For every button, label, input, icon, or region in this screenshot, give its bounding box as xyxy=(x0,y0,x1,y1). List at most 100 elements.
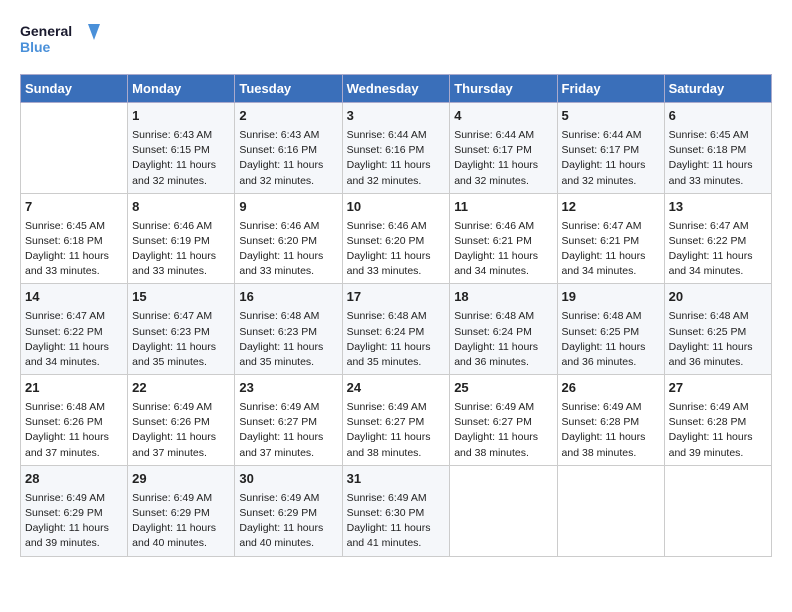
calendar-cell xyxy=(664,465,771,556)
day-number: 8 xyxy=(132,198,230,217)
daylight-text: Daylight: 11 hours and 34 minutes. xyxy=(454,249,552,279)
calendar-table: SundayMondayTuesdayWednesdayThursdayFrid… xyxy=(20,74,772,557)
sunset-text: Sunset: 6:24 PM xyxy=(347,325,446,340)
sunset-text: Sunset: 6:26 PM xyxy=(132,415,230,430)
week-row-1: 1Sunrise: 6:43 AMSunset: 6:15 PMDaylight… xyxy=(21,103,772,194)
daylight-text: Daylight: 11 hours and 33 minutes. xyxy=(25,249,123,279)
calendar-cell: 16 Sunrise: 6:48 AMSunset: 6:23 PMDayligh… xyxy=(235,284,342,375)
col-header-friday: Friday xyxy=(557,75,664,103)
calendar-cell: 24Sunrise: 6:49 AMSunset: 6:27 PMDayligh… xyxy=(342,375,450,466)
day-number: 16 xyxy=(239,288,337,307)
sunrise-text: Sunrise: 6:43 AM xyxy=(239,128,337,143)
sunset-text: Sunset: 6:29 PM xyxy=(239,506,337,521)
day-number: 21 xyxy=(25,379,123,398)
calendar-cell: 7Sunrise: 6:45 AMSunset: 6:18 PMDaylight… xyxy=(21,193,128,284)
sunset-text: Sunset: 6:23 PM xyxy=(239,325,337,340)
sunrise-text: Sunrise: 6:46 AM xyxy=(239,219,337,234)
page-header: General Blue xyxy=(20,20,772,64)
sunset-text: Sunset: 6:18 PM xyxy=(25,234,123,249)
sunset-text: Sunset: 6:21 PM xyxy=(562,234,660,249)
calendar-cell: 22Sunrise: 6:49 AMSunset: 6:26 PMDayligh… xyxy=(128,375,235,466)
daylight-text: Daylight: 11 hours and 34 minutes. xyxy=(25,340,123,370)
sunrise-text: Sunrise: 6:48 AM xyxy=(239,309,337,324)
day-number: 20 xyxy=(669,288,767,307)
sunset-text: Sunset: 6:29 PM xyxy=(25,506,123,521)
daylight-text: Daylight: 11 hours and 37 minutes. xyxy=(132,430,230,460)
day-number: 26 xyxy=(562,379,660,398)
sunrise-text: Sunrise: 6:44 AM xyxy=(454,128,552,143)
day-number: 10 xyxy=(347,198,446,217)
calendar-cell: 9 Sunrise: 6:46 AMSunset: 6:20 PMDaylight… xyxy=(235,193,342,284)
logo: General Blue xyxy=(20,20,100,64)
daylight-text: Daylight: 11 hours and 35 minutes. xyxy=(239,340,337,370)
calendar-cell: 15Sunrise: 6:47 AMSunset: 6:23 PMDayligh… xyxy=(128,284,235,375)
sunrise-text: Sunrise: 6:49 AM xyxy=(25,491,123,506)
calendar-header-row: SundayMondayTuesdayWednesdayThursdayFrid… xyxy=(21,75,772,103)
daylight-text: Daylight: 11 hours and 32 minutes. xyxy=(454,158,552,188)
calendar-cell: 11Sunrise: 6:46 AMSunset: 6:21 PMDayligh… xyxy=(450,193,557,284)
sunset-text: Sunset: 6:27 PM xyxy=(347,415,446,430)
calendar-cell: 12Sunrise: 6:47 AMSunset: 6:21 PMDayligh… xyxy=(557,193,664,284)
day-number: 27 xyxy=(669,379,767,398)
daylight-text: Daylight: 11 hours and 32 minutes. xyxy=(562,158,660,188)
daylight-text: Daylight: 11 hours and 39 minutes. xyxy=(669,430,767,460)
calendar-body: 1Sunrise: 6:43 AMSunset: 6:15 PMDaylight… xyxy=(21,103,772,557)
calendar-cell: 3Sunrise: 6:44 AMSunset: 6:16 PMDaylight… xyxy=(342,103,450,194)
daylight-text: Daylight: 11 hours and 33 minutes. xyxy=(132,249,230,279)
daylight-text: Daylight: 11 hours and 38 minutes. xyxy=(562,430,660,460)
day-number: 19 xyxy=(562,288,660,307)
calendar-cell: 25Sunrise: 6:49 AMSunset: 6:27 PMDayligh… xyxy=(450,375,557,466)
col-header-thursday: Thursday xyxy=(450,75,557,103)
sunrise-text: Sunrise: 6:49 AM xyxy=(347,400,446,415)
day-number: 15 xyxy=(132,288,230,307)
daylight-text: Daylight: 11 hours and 36 minutes. xyxy=(669,340,767,370)
svg-text:General: General xyxy=(20,23,72,39)
day-number: 7 xyxy=(25,198,123,217)
calendar-cell xyxy=(450,465,557,556)
calendar-cell: 8Sunrise: 6:46 AMSunset: 6:19 PMDaylight… xyxy=(128,193,235,284)
daylight-text: Daylight: 11 hours and 39 minutes. xyxy=(25,521,123,551)
sunset-text: Sunset: 6:21 PM xyxy=(454,234,552,249)
col-header-sunday: Sunday xyxy=(21,75,128,103)
sunrise-text: Sunrise: 6:48 AM xyxy=(669,309,767,324)
sunrise-text: Sunrise: 6:49 AM xyxy=(239,491,337,506)
day-number: 14 xyxy=(25,288,123,307)
week-row-2: 7Sunrise: 6:45 AMSunset: 6:18 PMDaylight… xyxy=(21,193,772,284)
day-number: 13 xyxy=(669,198,767,217)
col-header-saturday: Saturday xyxy=(664,75,771,103)
day-number: 17 xyxy=(347,288,446,307)
day-number: 23 xyxy=(239,379,337,398)
sunset-text: Sunset: 6:23 PM xyxy=(132,325,230,340)
day-number: 9 xyxy=(239,198,337,217)
sunset-text: Sunset: 6:25 PM xyxy=(562,325,660,340)
daylight-text: Daylight: 11 hours and 33 minutes. xyxy=(239,249,337,279)
sunrise-text: Sunrise: 6:46 AM xyxy=(132,219,230,234)
daylight-text: Daylight: 11 hours and 35 minutes. xyxy=(132,340,230,370)
day-number: 25 xyxy=(454,379,552,398)
day-number: 6 xyxy=(669,107,767,126)
sunset-text: Sunset: 6:15 PM xyxy=(132,143,230,158)
calendar-cell: 5Sunrise: 6:44 AMSunset: 6:17 PMDaylight… xyxy=(557,103,664,194)
sunrise-text: Sunrise: 6:45 AM xyxy=(669,128,767,143)
sunrise-text: Sunrise: 6:44 AM xyxy=(562,128,660,143)
calendar-cell: 4Sunrise: 6:44 AMSunset: 6:17 PMDaylight… xyxy=(450,103,557,194)
daylight-text: Daylight: 11 hours and 40 minutes. xyxy=(132,521,230,551)
sunrise-text: Sunrise: 6:48 AM xyxy=(454,309,552,324)
day-number: 1 xyxy=(132,107,230,126)
sunset-text: Sunset: 6:17 PM xyxy=(562,143,660,158)
sunset-text: Sunset: 6:20 PM xyxy=(239,234,337,249)
daylight-text: Daylight: 11 hours and 36 minutes. xyxy=(454,340,552,370)
daylight-text: Daylight: 11 hours and 38 minutes. xyxy=(347,430,446,460)
day-number: 18 xyxy=(454,288,552,307)
sunrise-text: Sunrise: 6:43 AM xyxy=(132,128,230,143)
daylight-text: Daylight: 11 hours and 34 minutes. xyxy=(669,249,767,279)
calendar-cell: 20 Sunrise: 6:48 AMSunset: 6:25 PMDayligh… xyxy=(664,284,771,375)
sunrise-text: Sunrise: 6:49 AM xyxy=(347,491,446,506)
col-header-wednesday: Wednesday xyxy=(342,75,450,103)
sunset-text: Sunset: 6:25 PM xyxy=(669,325,767,340)
calendar-cell: 10Sunrise: 6:46 AMSunset: 6:20 PMDayligh… xyxy=(342,193,450,284)
day-number: 3 xyxy=(347,107,446,126)
day-number: 22 xyxy=(132,379,230,398)
sunset-text: Sunset: 6:28 PM xyxy=(562,415,660,430)
week-row-3: 14Sunrise: 6:47 AMSunset: 6:22 PMDayligh… xyxy=(21,284,772,375)
